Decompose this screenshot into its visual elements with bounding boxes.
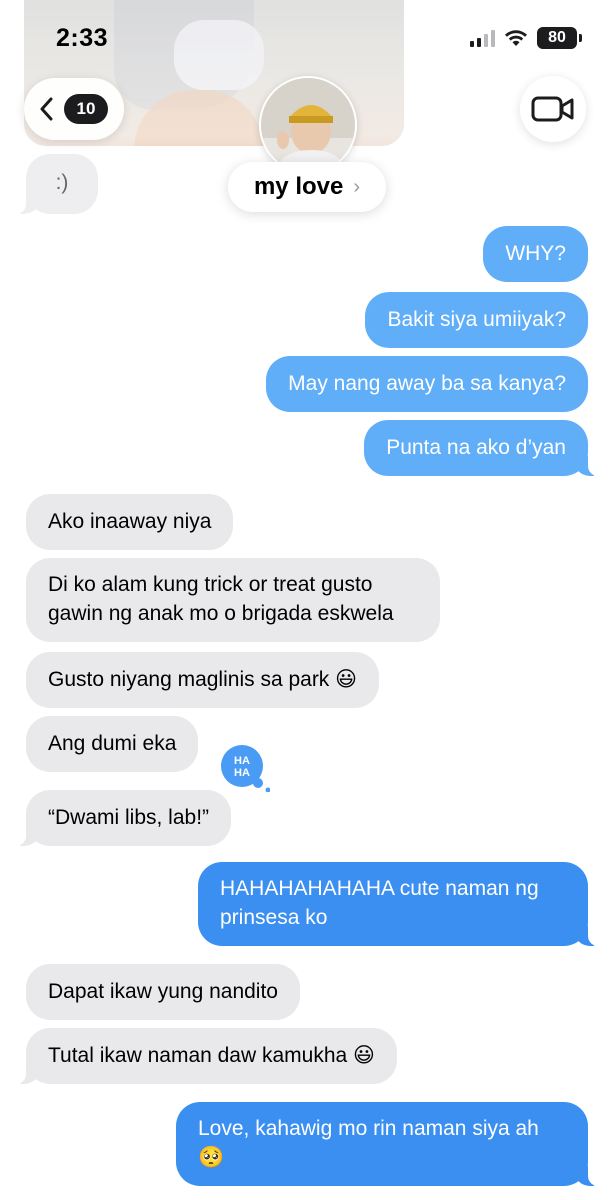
message-bubble-incoming[interactable]: “Dwami libs, lab!” — [15, 790, 232, 846]
message-bubble-incoming[interactable]: Di ko alam kung trick or treat gusto gaw… — [26, 558, 440, 642]
message-bubble-outgoing[interactable]: May nang away ba sa kanya? — [266, 356, 588, 412]
chevron-right-icon: › — [353, 175, 361, 198]
back-button[interactable]: 10 — [24, 78, 124, 140]
message-bubble-outgoing[interactable]: Love, kahawig mo rin naman siya ah 🥺 — [176, 1102, 598, 1186]
message-bubble-incoming[interactable]: :) — [16, 154, 98, 214]
svg-text:HA: HA — [234, 767, 250, 779]
status-indicators: 80 — [470, 27, 582, 49]
contact-name: my love — [253, 173, 344, 200]
message-bubble-incoming[interactable]: Dapat ikaw yung nandito — [26, 964, 300, 1020]
message-bubble-outgoing[interactable]: Punta na ako d’yan — [364, 420, 598, 476]
unread-count-badge: 10 — [64, 94, 108, 124]
message-bubble-outgoing[interactable]: HAHAHAHAHAHA cute naman ng prinsesa ko — [198, 862, 598, 946]
cellular-signal-icon — [470, 29, 495, 47]
video-camera-icon — [531, 96, 574, 122]
battery-tip — [579, 34, 582, 42]
chevron-left-icon — [40, 97, 53, 121]
message-bubble-incoming[interactable]: Ako inaaway niya — [26, 494, 234, 550]
message-bubble-outgoing[interactable]: WHY? — [483, 226, 588, 282]
status-time: 2:33 — [56, 24, 109, 52]
message-bubble-incoming[interactable]: Ang dumi eka — [26, 716, 199, 772]
contact-avatar[interactable] — [259, 76, 357, 174]
message-bubble-incoming[interactable]: Gusto niyang maglinis sa park 😃 — [26, 652, 380, 708]
wifi-icon — [505, 30, 527, 46]
haha-tapback-icon[interactable]: HA HA — [216, 744, 270, 792]
contact-name-button[interactable]: my love › — [228, 162, 386, 212]
battery-icon: 80 — [537, 27, 577, 49]
svg-text:HA: HA — [234, 755, 250, 767]
message-bubble-incoming[interactable]: Tutal ikaw naman daw kamukha 😃 — [16, 1028, 397, 1084]
video-call-button[interactable] — [520, 76, 586, 142]
avatar-photo — [261, 78, 355, 172]
message-bubble-outgoing[interactable]: Bakit siya umiiyak? — [365, 292, 588, 348]
